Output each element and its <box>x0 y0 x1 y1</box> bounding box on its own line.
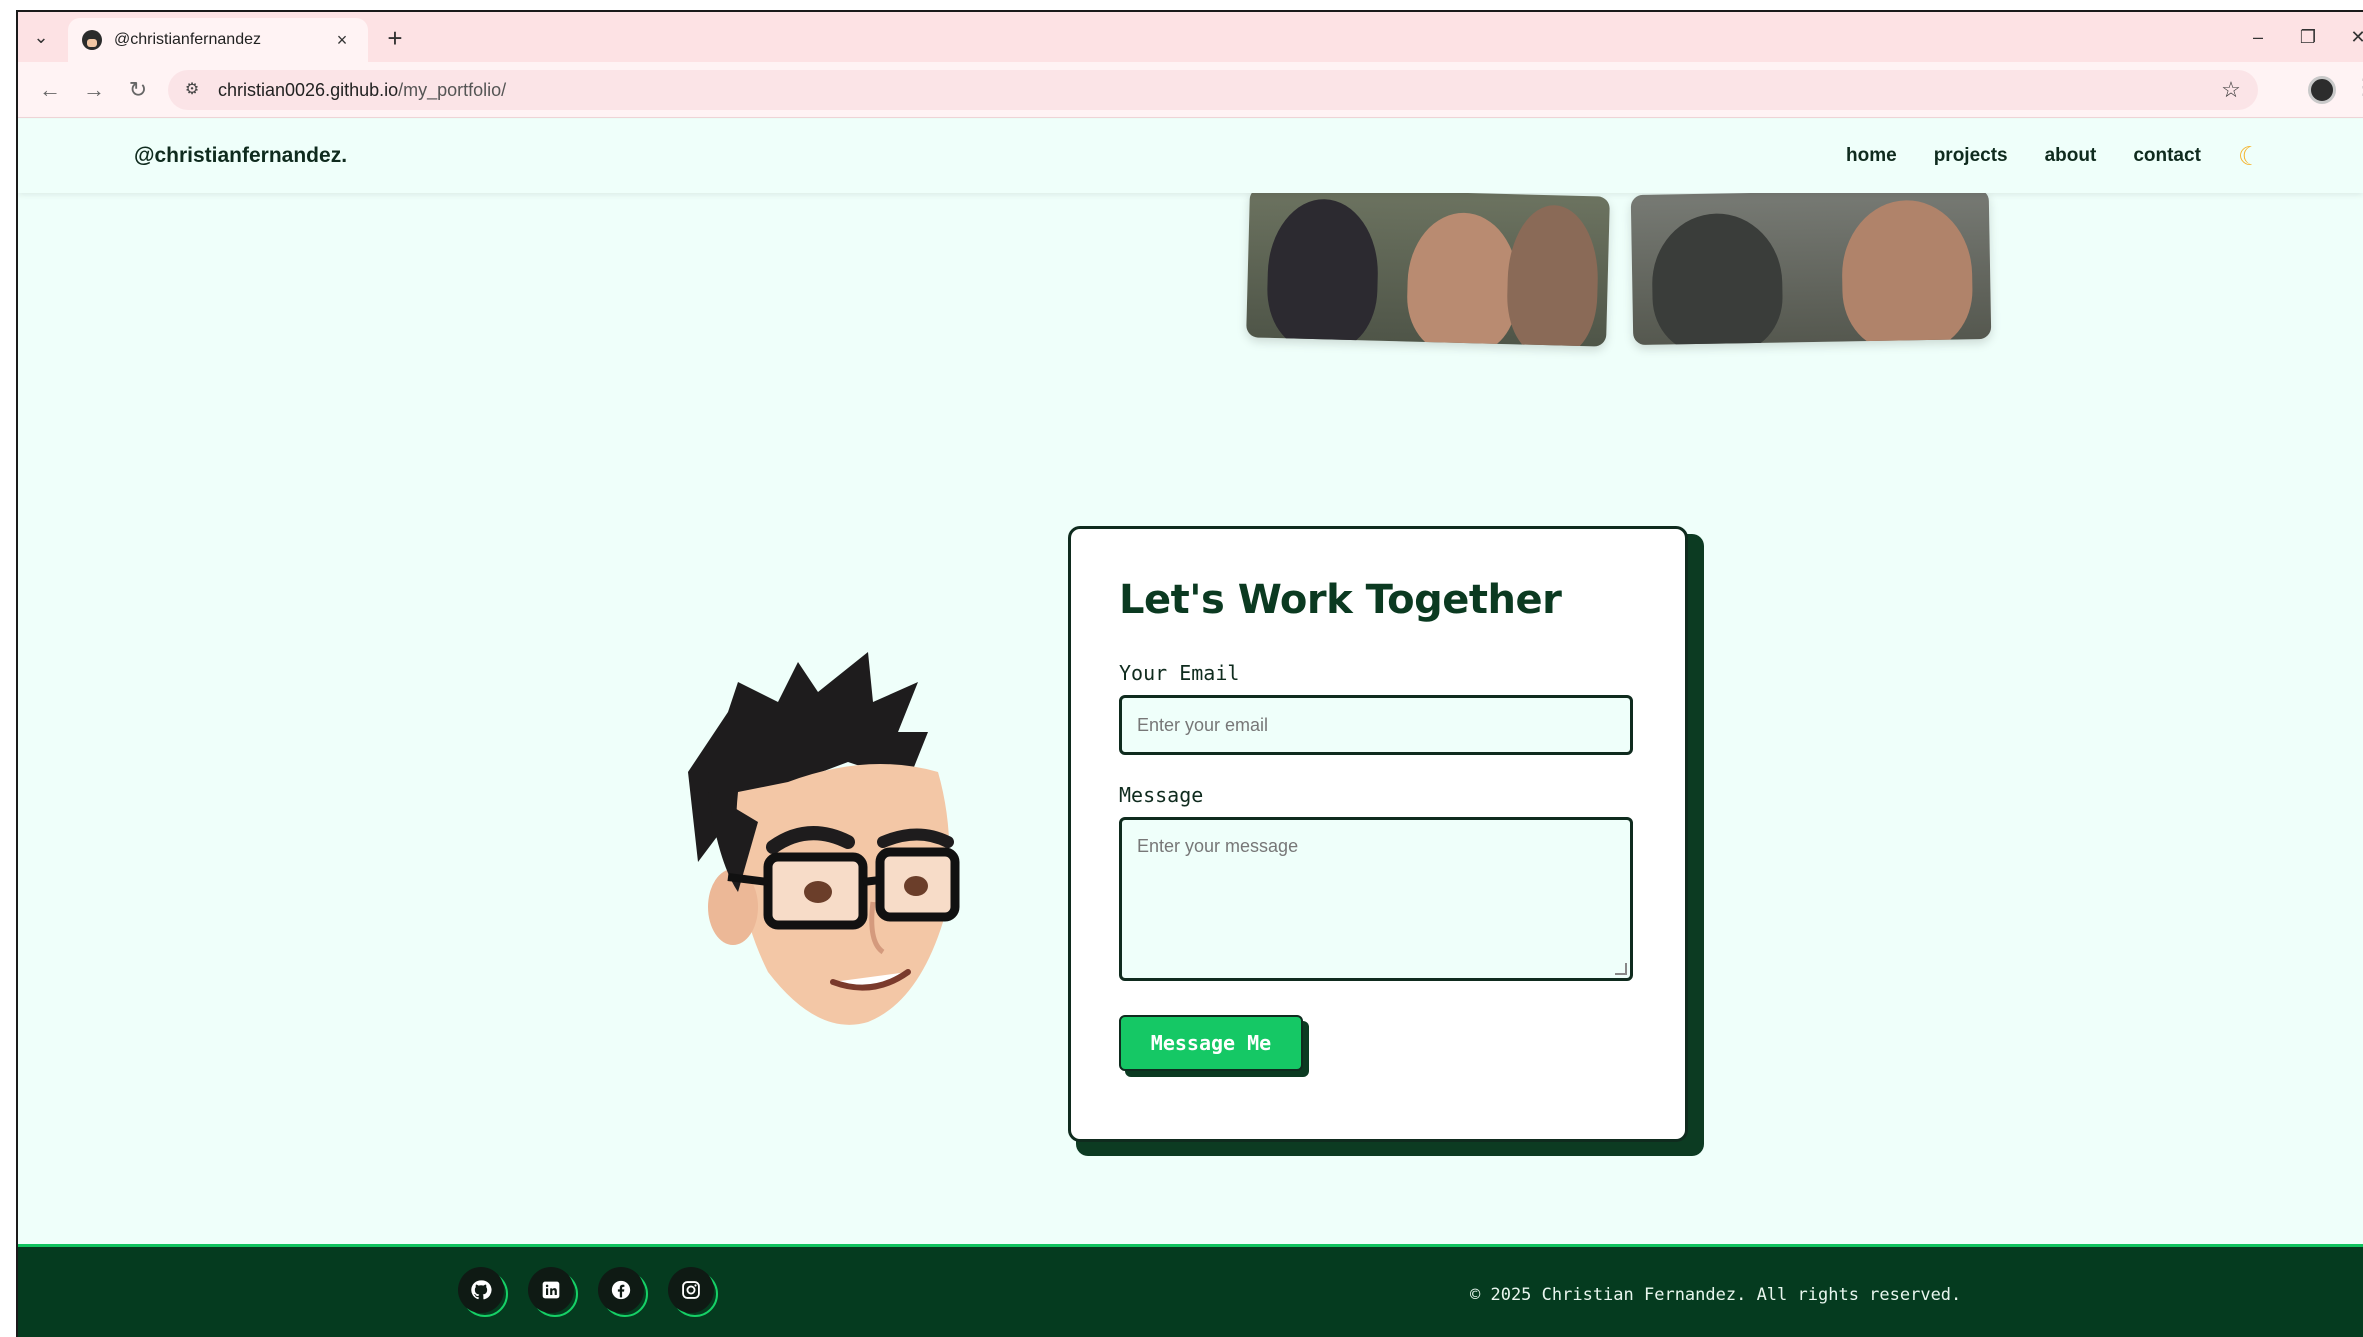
nav-home[interactable]: home <box>1846 145 1897 167</box>
linkedin-link[interactable] <box>528 1267 578 1317</box>
github-icon <box>458 1267 504 1313</box>
nav-about[interactable]: about <box>2045 145 2097 167</box>
close-icon[interactable]: ✕ <box>2338 20 2363 54</box>
email-label: Your Email <box>1119 661 1240 685</box>
tab-strip: ⌄ @christianfernandez × + – ❐ ✕ <box>18 12 2363 62</box>
linkedin-icon <box>528 1267 574 1313</box>
site-navbar: @christianfernandez. home projects about… <box>18 119 2363 193</box>
reload-icon[interactable]: ↻ <box>120 72 156 108</box>
chevron-down-icon[interactable]: ⌄ <box>24 20 58 54</box>
message-field[interactable]: Enter your message <box>1119 817 1633 981</box>
favicon-icon <box>82 30 102 50</box>
tab-title: @christianfernandez <box>114 31 261 48</box>
new-tab-button[interactable]: + <box>378 22 412 56</box>
tab-close-icon[interactable]: × <box>330 30 354 51</box>
gallery-photo <box>1630 188 1992 346</box>
star-icon[interactable]: ☆ <box>2216 77 2246 103</box>
submit-button-wrap: Message Me <box>1119 1015 1309 1077</box>
nav-projects[interactable]: projects <box>1934 145 2008 167</box>
instagram-link[interactable] <box>668 1267 718 1317</box>
facebook-icon <box>598 1267 644 1313</box>
avatar-illustration <box>688 652 960 1025</box>
profile-avatar[interactable] <box>2308 76 2336 104</box>
browser-toolbar: ← → ↻ ⚙ christian0026.github.io/my_portf… <box>18 62 2363 118</box>
browser-window: ⌄ @christianfernandez × + – ❐ ✕ ← → ↻ ⚙ … <box>16 10 2363 1337</box>
address-bar[interactable]: ⚙ christian0026.github.io/my_portfolio/ … <box>168 70 2258 110</box>
nav-contact[interactable]: contact <box>2133 145 2201 167</box>
moon-icon[interactable]: ☾ <box>2238 141 2261 172</box>
site-brand[interactable]: @christianfernandez. <box>134 144 347 168</box>
arrow-left-icon[interactable]: ← <box>32 72 68 108</box>
url-text[interactable]: christian0026.github.io/my_portfolio/ <box>218 80 2216 101</box>
github-link[interactable] <box>458 1267 508 1317</box>
email-field[interactable]: Enter your email <box>1119 695 1633 755</box>
facebook-link[interactable] <box>598 1267 648 1317</box>
gallery-photo <box>1246 187 1610 347</box>
minimize-icon[interactable]: – <box>2238 20 2278 54</box>
copyright-text: © 2025 Christian Fernandez. All rights r… <box>1470 1285 1962 1305</box>
browser-tab[interactable]: @christianfernandez × <box>68 18 368 62</box>
restore-icon[interactable]: ❐ <box>2288 20 2328 54</box>
message-me-button[interactable]: Message Me <box>1119 1015 1303 1071</box>
contact-heading: Let's Work Together <box>1119 577 1562 623</box>
arrow-right-icon[interactable]: → <box>76 72 112 108</box>
instagram-icon <box>668 1267 714 1313</box>
nav-links: home projects about contact ☾ <box>1846 141 2261 172</box>
menu-icon[interactable]: ⋮ <box>2353 74 2363 100</box>
tune-icon[interactable]: ⚙ <box>180 78 204 102</box>
site-footer: © 2025 Christian Fernandez. All rights r… <box>18 1244 2363 1337</box>
contact-card: Let's Work Together Your Email Enter you… <box>1068 526 1688 1142</box>
message-label: Message <box>1119 783 1204 807</box>
social-links <box>458 1267 718 1317</box>
